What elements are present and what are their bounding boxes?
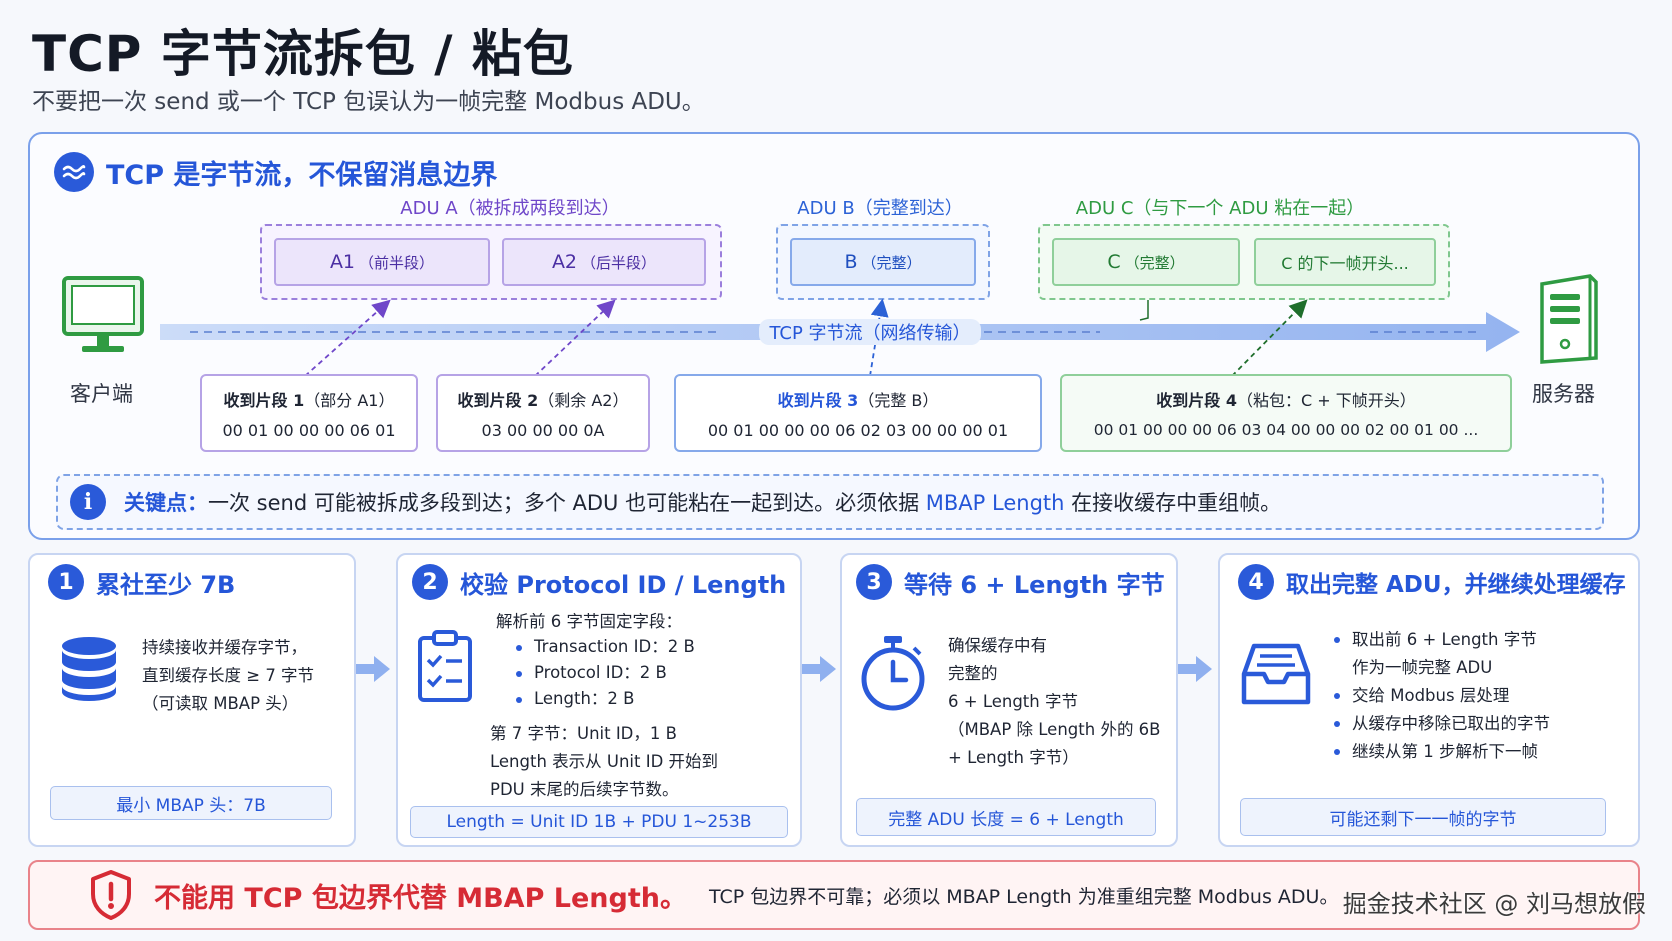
step-1-title: 累社至少 7B [96,570,236,599]
step-3-text: 确保缓存中有 完整的 6 + Length 字节 （MBAP 除 Length … [948,632,1161,772]
key-point-text: 关键点：一次 send 可能被拆成多段到达；多个 ADU 也可能粘在一起到达。必… [124,487,1281,517]
fragment-1-hex: 00 01 00 00 00 06 01 [222,420,396,440]
fragment-4-hex: 00 01 00 00 00 06 03 04 00 00 00 02 00 0… [1093,421,1479,439]
step-2-line-3: PDU 末尾的后续字节数。 [490,780,679,799]
step-2-bullet-2: Protocol ID：2 B [512,660,695,686]
step-1-note: 最小 MBAP 头：7B [50,786,332,820]
step-2-intro: 解析前 6 字节固定字段： [496,612,682,631]
fragment-3: 收到片段 3（完整 B） 00 01 00 00 00 06 02 03 00 … [674,374,1042,452]
fragment-1-desc: （部分 A1） [304,390,395,410]
fragment-4-desc: （粘包：C + 下帧开头） [1236,391,1416,410]
fragment-2-label: 收到片段 2 [457,390,539,410]
step-1-line-1: 持续接收并缓存字节， [142,638,307,657]
watermark: 掘金技术社区 @ 刘马想放假 [1342,890,1646,918]
fragment-1-label: 收到片段 1 [223,390,305,410]
client-label: 客户端 [70,382,133,406]
stopwatch-icon [861,636,925,711]
step-3-title: 等待 6 + Length 字节 [904,570,1165,599]
warning-main: 不能用 TCP 包边界代替 MBAP Length。 [154,882,687,914]
step-2-header: 2 校验 Protocol ID / Length [412,564,786,600]
step-4-title: 取出完整 ADU，并继续处理缓存 [1286,572,1626,598]
step-3-line-3: 6 + Length 字节 [948,692,1078,711]
step-4-bullets: 取出前 6 + Length 字节 作为一帧完整 ADU 交给 Modbus 层… [1330,626,1550,766]
step-4-bullet-1-cont: 作为一帧完整 ADU [1352,658,1493,677]
step-3-header: 3 等待 6 + Length 字节 [856,564,1165,600]
step-2-title: 校验 Protocol ID / Length [460,570,787,599]
step-3-line-2: 完整的 [948,664,998,683]
fragment-3-desc: （完整 B） [858,390,939,410]
step-2-line-1: 第 7 字节：Unit ID，1 B [490,724,677,743]
key-point-body: 一次 send 可能被拆成多段到达；多个 ADU 也可能粘在一起到达。必须依据 [208,491,926,515]
step-1-text: 持续接收并缓存字节， 直到缓存长度 ≥ 7 字节 （可读取 MBAP 头） [142,634,314,718]
step-4-note: 可能还剩下一一帧的字节 [1240,798,1606,836]
step-4-bullet-2: 交给 Modbus 层处理 [1330,682,1550,710]
step-3-line-5: + Length 字节） [948,748,1079,767]
fragment-3-label: 收到片段 3 [777,390,859,410]
step-2-text: 第 7 字节：Unit ID，1 B Length 表示从 Unit ID 开始… [490,720,718,804]
stream-label: TCP 字节流（网络传输） [759,319,981,345]
step-4-bullet-3: 从缓存中移除已取出的字节 [1330,710,1550,738]
fragment-2-desc: （剩余 A2） [538,390,629,410]
key-point-highlight: MBAP Length [925,491,1065,515]
step-3-note: 完整 ADU 长度 = 6 + Length [856,798,1156,836]
arrow-right-icon [356,656,390,682]
step-2-note: Length = Unit ID 1B + PDU 1~253B [410,806,788,838]
step-4-header: 4 取出完整 ADU，并继续处理缓存 [1238,564,1626,600]
step-1-line-2: 直到缓存长度 ≥ 7 字节 [142,666,315,685]
server-label: 服务器 [1532,382,1595,406]
inbox-tray-icon [1241,643,1311,705]
shield-alert-icon [91,870,131,920]
key-point-tail: 在接收缓存中重组帧。 [1064,491,1282,515]
fragment-2: 收到片段 2（剩余 A2） 03 00 00 00 0A [436,374,650,452]
clipboard-check-icon [418,630,472,702]
arrow-right-icon [802,656,836,682]
step-4-number: 4 [1238,564,1274,600]
step-2-bullet-1: Transaction ID：2 B [512,634,695,660]
step-1-line-3: （可读取 MBAP 头） [142,694,299,713]
info-icon: i [70,484,106,520]
arrow-right-icon [1178,656,1212,682]
step-4-bullet-1: 取出前 6 + Length 字节 [1330,626,1550,654]
step-2-bullet-3: Length：2 B [512,686,695,712]
step-2-line-2: Length 表示从 Unit ID 开始到 [490,752,719,771]
step-3-number: 3 [856,564,892,600]
fragment-4-label: 收到片段 4 [1156,391,1237,410]
step-3-line-4: （MBAP 除 Length 外的 6B [948,720,1161,739]
fragment-4: 收到片段 4（粘包：C + 下帧开头） 00 01 00 00 00 06 03… [1060,374,1512,452]
step-3-line-1: 确保缓存中有 [948,636,1047,655]
warning-sub: TCP 包边界不可靠；必须以 MBAP Length 为准重组完整 Modbus… [708,885,1339,908]
fragment-3-hex: 00 01 00 00 00 06 02 03 00 00 00 01 [707,420,1009,440]
step-1-header: 1 累社至少 7B [48,564,235,600]
step-1-number: 1 [48,564,84,600]
key-point-box: i 关键点：一次 send 可能被拆成多段到达；多个 ADU 也可能粘在一起到达… [56,474,1604,530]
fragment-1: 收到片段 1（部分 A1） 00 01 00 00 00 06 01 [200,374,418,452]
step-2-number: 2 [412,564,448,600]
fragment-2-hex: 03 00 00 00 0A [481,420,605,440]
key-point-label: 关键点： [124,491,208,515]
stream-label-wrap: TCP 字节流（网络传输） [600,318,1140,346]
computer-icon [62,276,144,352]
server-icon [1540,274,1598,364]
step-2-bullets: Transaction ID：2 B Protocol ID：2 B Lengt… [512,634,695,712]
step-4-bullet-4: 继续从第 1 步解析下一帧 [1330,738,1550,766]
database-icon [62,637,116,701]
